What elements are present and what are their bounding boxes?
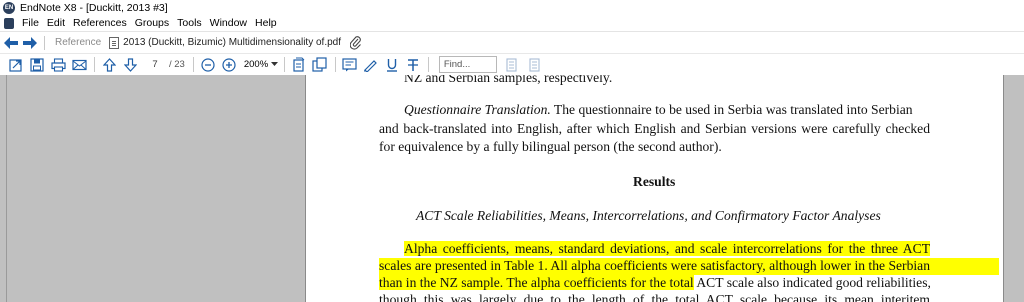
document-menu-icon[interactable]	[4, 17, 14, 29]
toolbar-divider	[334, 57, 336, 72]
open-link-icon[interactable]	[6, 55, 26, 75]
window-title: EndNote X8 - [Duckitt, 2013 #3]	[20, 1, 168, 14]
strikethrough-icon[interactable]	[403, 55, 423, 75]
menu-window[interactable]: Window	[208, 17, 253, 29]
find-next-icon[interactable]	[524, 55, 544, 75]
reference-tab[interactable]: Reference	[55, 37, 101, 48]
highlight-run: than in the NZ sample. The alpha coeffic…	[379, 275, 694, 290]
print-icon[interactable]	[48, 55, 68, 75]
highlighted-text-line: Alpha coefficients, means, standard devi…	[404, 241, 930, 257]
highlight-run: Alpha coefficients, means, standard devi…	[404, 241, 930, 256]
text-line: though this was largely due to the lengt…	[379, 292, 930, 302]
chevron-down-icon	[270, 60, 280, 70]
previous-page-icon[interactable]	[99, 55, 119, 75]
nav-divider	[44, 35, 45, 50]
zoom-select[interactable]: 200%	[244, 59, 280, 70]
find-previous-icon[interactable]	[503, 55, 523, 75]
title-bar: EN EndNote X8 - [Duckitt, 2013 #3]	[0, 0, 1024, 15]
menu-bar: File Edit References Groups Tools Window…	[0, 15, 1024, 31]
back-arrow-icon[interactable]	[3, 35, 19, 51]
save-icon[interactable]	[27, 55, 47, 75]
sticky-note-icon[interactable]	[340, 55, 360, 75]
text-run: ACT scale also indicated good reliabilit…	[693, 275, 931, 290]
paperclip-icon[interactable]	[349, 35, 363, 50]
text-line: than in the NZ sample. The alpha coeffic…	[379, 275, 931, 291]
email-icon[interactable]	[69, 55, 89, 75]
toolbar-divider	[94, 57, 95, 72]
menu-references[interactable]: References	[71, 17, 133, 29]
highlighter-icon[interactable]	[361, 55, 381, 75]
zoom-in-icon[interactable]	[219, 55, 239, 75]
find-input[interactable]: Find...	[438, 56, 497, 73]
pdf-page[interactable]: NZ and Serbian samples, respectively. Qu…	[305, 75, 1004, 302]
menu-tools[interactable]: Tools	[175, 17, 208, 29]
pdf-file-icon	[109, 36, 120, 49]
endnote-app-icon[interactable]: EN	[3, 1, 15, 14]
navigation-bar: Reference 2013 (Duckitt, Bizumic) Multid…	[0, 31, 1024, 53]
paragraph-heading: Questionnaire Translation.	[404, 102, 551, 117]
text-line: and back-translated into English, after …	[379, 121, 930, 136]
pdf-tab[interactable]: 2013 (Duckitt, Bizumic) Multidimensional…	[109, 36, 342, 49]
subsection-heading: ACT Scale Reliabilities, Means, Intercor…	[416, 208, 881, 223]
rotate-page-icon[interactable]	[289, 55, 309, 75]
next-page-icon[interactable]	[120, 55, 140, 75]
menu-edit[interactable]: Edit	[45, 17, 71, 29]
forward-arrow-icon[interactable]	[22, 35, 38, 51]
text-line: for equivalence by a fully bilingual per…	[379, 139, 722, 154]
page-total-label: / 23	[169, 59, 185, 70]
pdf-tab-label: 2013 (Duckitt, Bizumic) Multidimensional…	[123, 37, 342, 48]
menu-file[interactable]: File	[20, 17, 45, 29]
pdf-toolbar: 7 / 23 200% Find...	[0, 53, 1024, 75]
menu-groups[interactable]: Groups	[133, 17, 175, 29]
toolbar-divider	[283, 57, 285, 72]
section-heading: Results	[633, 174, 676, 189]
toolbar-divider	[192, 57, 194, 72]
zoom-level: 200%	[243, 59, 269, 70]
text-line: NZ and Serbian samples, respectively.	[404, 75, 613, 85]
underline-icon[interactable]	[382, 55, 402, 75]
text-run: The questionnaire to be used in Serbia w…	[550, 102, 913, 117]
toolbar-divider	[427, 57, 429, 72]
viewer-left-border	[6, 75, 7, 302]
page-layout-icon[interactable]	[310, 55, 330, 75]
highlighted-text-line: scales are presented in Table 1. All alp…	[379, 258, 930, 273]
pdf-viewer[interactable]: NZ and Serbian samples, respectively. Qu…	[0, 75, 1024, 302]
page-number-input[interactable]: 7	[147, 59, 163, 70]
text-line: Questionnaire Translation. The questionn…	[404, 102, 913, 118]
zoom-out-icon[interactable]	[198, 55, 218, 75]
menu-help[interactable]: Help	[253, 17, 283, 29]
